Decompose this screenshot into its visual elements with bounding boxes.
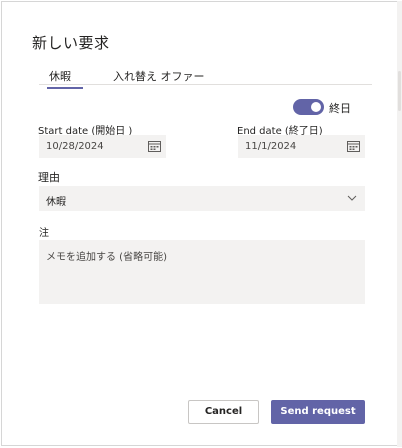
reason-label: 理由 <box>38 171 60 184</box>
end-date-input[interactable]: 11/1/2024 <box>238 135 365 158</box>
scrollbar-track[interactable] <box>397 1 402 447</box>
reason-value: 休暇 <box>46 197 66 208</box>
tab-swap-offer[interactable]: 入れ替え オファー <box>113 68 205 84</box>
note-placeholder: メモを追加する (省略可能) <box>46 252 167 263</box>
all-day-label: 終日 <box>329 102 351 115</box>
dialog-title: 新しい要求 <box>32 34 110 52</box>
note-textarea[interactable]: メモを追加する (省略可能) <box>39 240 365 304</box>
chevron-down-icon <box>347 195 357 201</box>
new-request-dialog: 新しい要求 休暇 入れ替え オファー 終日 Start date (開始日 ) … <box>1 1 400 446</box>
tab-time-off[interactable]: 休暇 <box>47 68 83 89</box>
start-date-input[interactable]: 10/28/2024 <box>39 135 166 158</box>
note-label: 注 <box>39 228 49 239</box>
cancel-button[interactable]: Cancel <box>188 400 259 424</box>
end-date-value: 11/1/2024 <box>245 141 297 152</box>
toggle-knob <box>311 102 321 112</box>
calendar-icon[interactable] <box>347 140 360 152</box>
calendar-icon[interactable] <box>148 140 161 152</box>
send-request-button[interactable]: Send request <box>271 400 365 424</box>
request-type-tabs: 休暇 入れ替え オファー <box>39 64 372 89</box>
reason-select[interactable]: 休暇 <box>39 186 365 211</box>
all-day-toggle[interactable] <box>293 99 324 115</box>
scrollbar-thumb[interactable] <box>398 71 401 111</box>
page: 新しい要求 休暇 入れ替え オファー 終日 Start date (開始日 ) … <box>0 0 402 448</box>
start-date-value: 10/28/2024 <box>46 141 104 152</box>
